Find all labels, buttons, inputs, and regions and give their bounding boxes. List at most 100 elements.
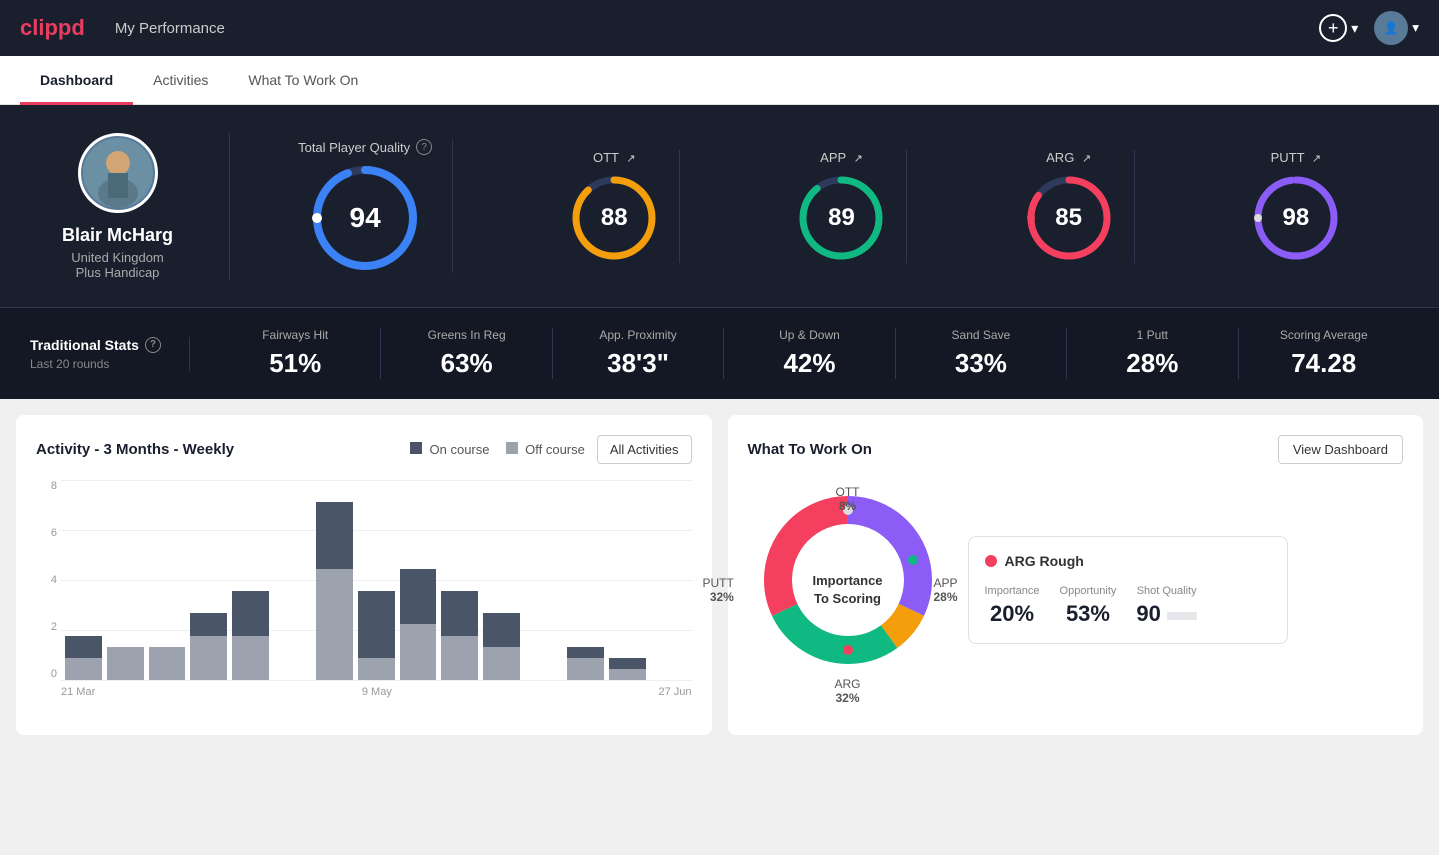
bar-group [441,480,478,680]
bar-group [232,480,269,680]
putt-segment-label: PUTT 32% [703,576,734,604]
putt-label: PUTT [1271,150,1305,165]
bar-off-course [358,658,395,680]
bar-group [483,480,520,680]
plus-icon: + [1319,14,1347,42]
total-quality-value: 94 [350,202,381,234]
stat-1-putt: 1 Putt 28% [1067,328,1238,379]
bar-off-course [232,636,269,680]
trad-stats-subtitle: Last 20 rounds [30,357,169,371]
scores-section: Total Player Quality ? 94 OTT ↗ [230,129,1409,283]
tab-dashboard[interactable]: Dashboard [20,56,133,105]
player-country: United Kingdom [71,250,164,265]
stat-up-down: Up & Down 42% [724,328,895,379]
bar-group [274,480,311,680]
bar-group [400,480,437,680]
bar-group [107,480,144,680]
total-quality-block: Total Player Quality ? 94 [278,139,453,273]
arg-circle: 85 [1024,173,1114,263]
stat-scoring-avg: Scoring Average 74.28 [1239,328,1409,379]
total-quality-info-icon[interactable]: ? [416,139,432,155]
donut-center-text: ImportanceTo Scoring [812,572,882,608]
putt-circle: 98 [1251,173,1341,263]
player-name: Blair McHarg [62,225,173,246]
bar-off-course [65,658,102,680]
bar-off-course [190,636,227,680]
stat-app-proximity: App. Proximity 38'3" [553,328,724,379]
bar-on-course [65,636,102,658]
bar-on-course [400,569,437,625]
x-label-9may: 9 May [362,686,392,698]
stat-sand-save: Sand Save 33% [896,328,1067,379]
bar-on-course [441,591,478,635]
add-button[interactable]: + ▾ [1319,14,1358,42]
stat-greens-in-reg: Greens In Reg 63% [381,328,552,379]
view-dashboard-button[interactable]: View Dashboard [1278,435,1403,464]
bar-group [651,480,688,680]
trad-stats-info-icon[interactable]: ? [145,337,161,353]
opportunity-metric: Opportunity 53% [1060,585,1117,627]
ott-label: OTT [593,150,619,165]
arg-rough-info-card: ARG Rough Importance 20% Opportunity 53%… [968,536,1288,644]
top-nav: clippd My Performance + ▾ 👤 ▾ [0,0,1439,56]
trad-stats: Traditional Stats ? Last 20 rounds Fairw… [0,307,1439,399]
chart-legend: On course Off course [410,442,585,457]
tab-activities[interactable]: Activities [133,56,228,105]
bar-group [609,480,646,680]
chevron-down-icon: ▾ [1351,20,1358,37]
activity-card-header: Activity - 3 Months - Weekly On course O… [36,435,692,464]
shot-quality-bar [1167,612,1197,620]
off-course-legend: Off course [506,442,585,457]
player-avatar [78,133,158,213]
app-block: APP ↗ 89 [776,150,907,263]
ott-arrow-icon: ↗ [626,153,635,165]
bar-on-course [483,613,520,646]
total-quality-circle: 94 [310,163,420,273]
putt-arrow-icon: ↗ [1312,153,1321,165]
shot-quality-metric: Shot Quality 90 [1136,585,1196,627]
info-dot [985,555,997,567]
ott-segment-label: OTT 8% [836,485,860,513]
player-info: Blair McHarg United Kingdom Plus Handica… [30,133,230,280]
bar-group [567,480,604,680]
bar-off-course [441,636,478,680]
bar-off-course [400,624,437,680]
tabs-bar: Dashboard Activities What To Work On [0,56,1439,105]
arg-label: ARG [1046,150,1074,165]
app-label: APP [820,150,846,165]
all-activities-button[interactable]: All Activities [597,435,692,464]
ott-value: 88 [601,204,628,232]
logo: clippd [20,15,85,41]
arg-arrow-icon: ↗ [1082,153,1091,165]
nav-title: My Performance [115,20,1319,37]
donut-chart-area: ImportanceTo Scoring OTT 8% APP 28% ARG … [748,480,948,700]
trad-label-block: Traditional Stats ? Last 20 rounds [30,337,190,371]
bar-off-course [567,658,604,680]
app-circle: 89 [796,173,886,263]
bar-on-course [190,613,227,635]
putt-block: PUTT ↗ 98 [1231,150,1361,263]
total-quality-label: Total Player Quality [298,140,410,155]
bar-off-course [609,669,646,680]
tab-what-to-work-on[interactable]: What To Work On [228,56,378,105]
logo-text: clippd [20,15,85,41]
importance-metric: Importance 20% [985,585,1040,627]
bar-group [190,480,227,680]
trad-stats-title: Traditional Stats ? [30,337,169,353]
info-card-title: ARG Rough [985,553,1271,569]
bar-off-course [107,647,144,680]
app-arrow-icon: ↗ [854,153,863,165]
hero-section: Blair McHarg United Kingdom Plus Handica… [0,105,1439,307]
ott-circle: 88 [569,173,659,263]
nav-actions: + ▾ 👤 ▾ [1319,11,1419,45]
bar-group [316,480,353,680]
arg-block: ARG ↗ 85 [1004,150,1135,263]
user-avatar-button[interactable]: 👤 ▾ [1374,11,1419,45]
on-course-legend: On course [410,442,490,457]
what-to-work-on-card: What To Work On View Dashboard [728,415,1424,735]
bottom-section: Activity - 3 Months - Weekly On course O… [0,399,1439,751]
avatar: 👤 [1374,11,1408,45]
activity-chart-title: Activity - 3 Months - Weekly [36,441,234,458]
bar-group [65,480,102,680]
bar-off-course [149,647,186,680]
